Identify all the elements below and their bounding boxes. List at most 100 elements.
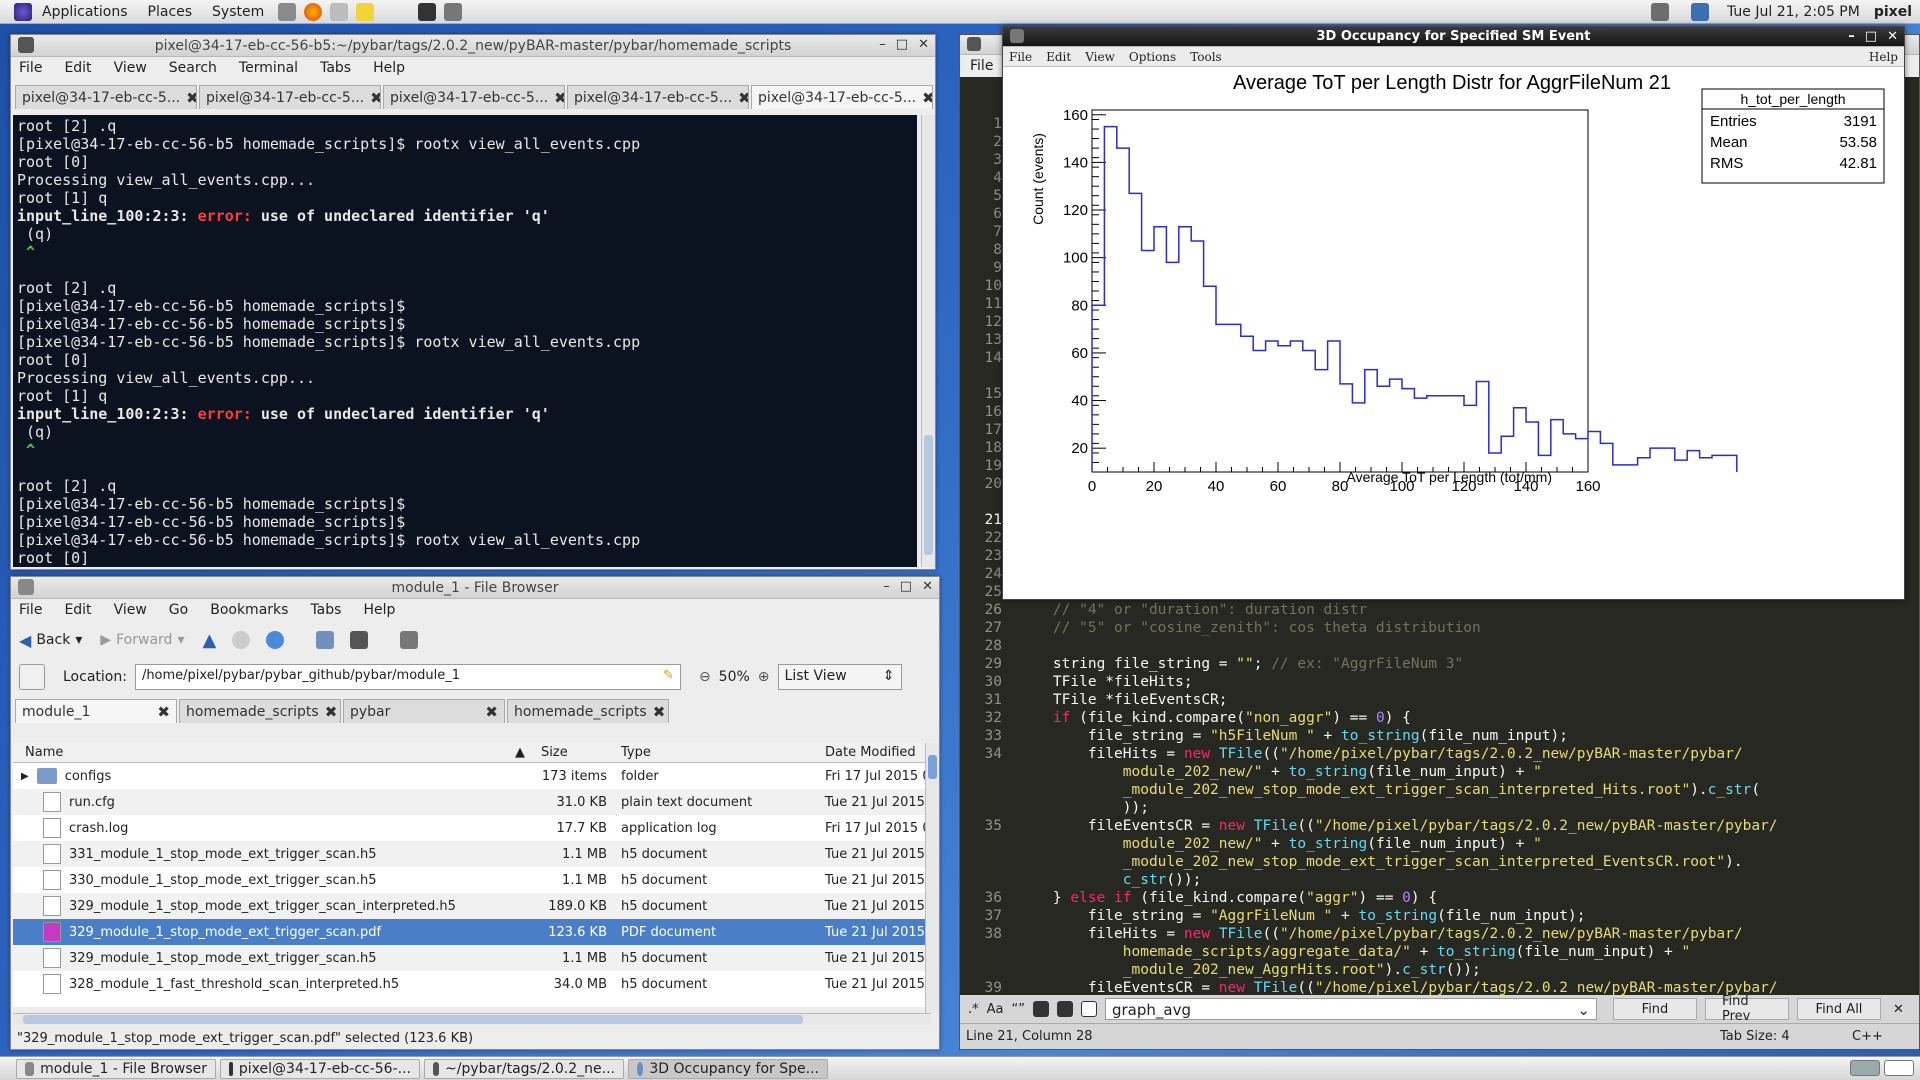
volume-icon[interactable] (1651, 3, 1669, 21)
close-icon[interactable]: ✕ (1887, 29, 1898, 44)
chevron-down-icon[interactable]: ⌄ (1577, 1001, 1590, 1019)
menu-file[interactable]: File (19, 60, 42, 76)
search-icon[interactable] (400, 631, 419, 649)
menu-bookmarks[interactable]: Bookmarks (210, 602, 288, 618)
reload-icon[interactable] (266, 631, 285, 649)
menu-view[interactable]: View (1085, 50, 1115, 64)
menu-file[interactable]: File (1009, 50, 1032, 64)
user-name[interactable]: pixel (1874, 4, 1912, 20)
scrollbar-thumb[interactable] (23, 1015, 803, 1024)
close-tab-icon[interactable]: ✖ (157, 703, 170, 721)
menu-edit[interactable]: Edit (64, 60, 91, 76)
terminal-titlebar[interactable]: pixel@34-17-eb-cc-56-b5:~/pybar/tags/2.0… (11, 35, 935, 57)
stop-icon[interactable] (232, 631, 251, 649)
up-arrow-icon[interactable]: ▲ (202, 630, 216, 651)
close-tab-icon[interactable]: ✖ (922, 89, 932, 107)
tab-size[interactable]: Tab Size: 4 (1720, 1029, 1790, 1044)
file-row[interactable]: 329_module_1_stop_mode_ext_trigger_scan.… (13, 919, 931, 945)
col-type[interactable]: Type (615, 745, 819, 760)
close-find-icon[interactable]: ✕ (1893, 1002, 1904, 1017)
scrollbar-thumb[interactable] (924, 435, 933, 555)
root-titlebar[interactable]: 3D Occupancy for Specified SM Event – □ ✕ (1003, 27, 1904, 47)
workspace-2-icon[interactable] (1884, 1060, 1914, 1076)
menu-terminal[interactable]: Terminal (239, 60, 298, 76)
applications-menu[interactable]: Applications (0, 2, 138, 21)
menu-options[interactable]: Options (1129, 50, 1176, 64)
menu-edit[interactable]: Edit (1046, 50, 1071, 64)
menu-help[interactable]: Help (373, 60, 405, 76)
menu-view[interactable]: View (114, 602, 147, 618)
minimize-icon[interactable]: – (879, 37, 886, 52)
chevron-down-icon[interactable]: ▾ (177, 632, 184, 648)
filebrowser-titlebar[interactable]: module_1 - File Browser – □ ✕ (11, 577, 939, 599)
col-size[interactable]: Size (535, 745, 615, 760)
terminal-scrollbar[interactable] (921, 115, 935, 567)
terminal-tab[interactable]: pixel@34-17-eb-cc-5... ✖ (383, 85, 565, 109)
chevron-down-icon[interactable]: ▾ (75, 632, 82, 648)
mail-launcher-icon[interactable] (330, 2, 349, 21)
editor-code[interactable]: 26 // "4" or "duration": duration distr 2… (960, 601, 1778, 997)
task-editor[interactable]: ~/pybar/tags/2.0.2_ne... (424, 1058, 624, 1079)
word-toggle-icon[interactable]: “” (1012, 1002, 1025, 1017)
terminal-tab-active[interactable]: pixel@34-17-eb-cc-5... ✖ (751, 85, 933, 109)
terminal-tab[interactable]: pixel@34-17-eb-cc-5... ✖ (567, 85, 749, 109)
file-row[interactable]: 328_module_1_fast_threshold_scan_interpr… (13, 971, 931, 997)
file-row[interactable]: 329_module_1_stop_mode_ext_trigger_scan_… (13, 893, 931, 919)
menu-help[interactable]: Help (1869, 50, 1898, 64)
menu-help[interactable]: Help (363, 602, 395, 618)
file-row[interactable]: 331_module_1_stop_mode_ext_trigger_scan.… (13, 841, 931, 867)
menu-tabs[interactable]: Tabs (320, 60, 351, 76)
find-all-button[interactable]: Find All (1796, 998, 1881, 1020)
fb-tab-homemade-scripts-2[interactable]: homemade_scripts ✖ (507, 699, 669, 723)
network-icon[interactable] (1691, 3, 1709, 21)
tools-launcher-icon[interactable] (278, 2, 297, 21)
expand-icon[interactable]: ▶ (21, 771, 29, 782)
file-row[interactable]: run.cfg 31.0 KB plain text document Tue 21 … (13, 789, 931, 815)
terminal-output[interactable]: root [2] .q [pixel@34-17-eb-cc-56-b5 home… (13, 115, 917, 567)
clock[interactable]: Tue Jul 21, 2:05 PM (1727, 4, 1860, 20)
maximize-icon[interactable]: □ (896, 37, 908, 52)
close-tab-icon[interactable]: ✖ (485, 703, 498, 721)
find-button[interactable]: Find (1612, 998, 1697, 1020)
clear-icon[interactable]: ✎ (663, 668, 674, 683)
task-terminal[interactable]: pixel@34-17-eb-cc-56-... (220, 1058, 420, 1079)
forward-button[interactable]: ▶ Forward ▾ (100, 632, 184, 648)
file-row[interactable]: ▶ configs 173 items folder Fri 17 Jul 2015 0 (13, 763, 931, 789)
fb-tab-module-1[interactable]: module_1 ✖ (15, 699, 177, 723)
minimize-icon[interactable]: – (1848, 29, 1855, 44)
menu-file[interactable]: File (970, 58, 993, 74)
maximize-icon[interactable]: □ (1865, 29, 1877, 44)
location-input[interactable]: /home/pixel/pybar/pybar_github/pybar/mod… (134, 664, 681, 690)
menu-edit[interactable]: Edit (64, 602, 91, 618)
home-icon[interactable] (316, 631, 335, 649)
case-toggle-icon[interactable]: Aa (987, 1002, 1004, 1017)
close-tab-icon[interactable]: ✖ (325, 703, 338, 721)
col-date[interactable]: Date Modified (819, 745, 931, 760)
close-tab-icon[interactable]: ✖ (186, 89, 196, 107)
view-mode-select[interactable]: List View ⇕ (777, 664, 902, 690)
back-button[interactable]: ◀ Back ▾ (19, 631, 82, 650)
col-name[interactable]: Name ▲ (13, 745, 535, 760)
file-list-scrollbar[interactable] (925, 743, 939, 1013)
close-tab-icon[interactable]: ✖ (738, 89, 748, 107)
zoom-in-icon[interactable]: ⊕ (758, 669, 770, 685)
maximize-icon[interactable]: □ (900, 579, 912, 594)
close-tab-icon[interactable]: ✖ (554, 89, 564, 107)
computer-icon[interactable] (350, 631, 369, 649)
file-list-hscrollbar[interactable] (13, 1013, 931, 1025)
system-menu[interactable]: System (202, 4, 274, 20)
close-tab-icon[interactable]: ✖ (370, 89, 380, 107)
terminal-tab[interactable]: pixel@34-17-eb-cc-5... ✖ (15, 85, 197, 109)
close-icon[interactable]: ✕ (922, 579, 933, 594)
menu-search[interactable]: Search (169, 60, 217, 76)
file-row[interactable]: 329_module_1_stop_mode_ext_trigger_scan.… (13, 945, 931, 971)
menu-file[interactable]: File (19, 602, 42, 618)
scrollbar-thumb[interactable] (928, 755, 937, 779)
find-prev-button[interactable]: Find Prev (1704, 994, 1789, 1024)
terminal-launcher-icon[interactable] (418, 2, 437, 21)
task-root-canvas[interactable]: 3D Occupancy for Spe... (628, 1058, 828, 1079)
find-input[interactable]: graph_avg ⌄ (1104, 998, 1597, 1020)
minimize-icon[interactable]: – (883, 579, 890, 594)
fb-tab-pybar[interactable]: pybar ✖ (343, 699, 505, 723)
menu-go[interactable]: Go (169, 602, 188, 618)
